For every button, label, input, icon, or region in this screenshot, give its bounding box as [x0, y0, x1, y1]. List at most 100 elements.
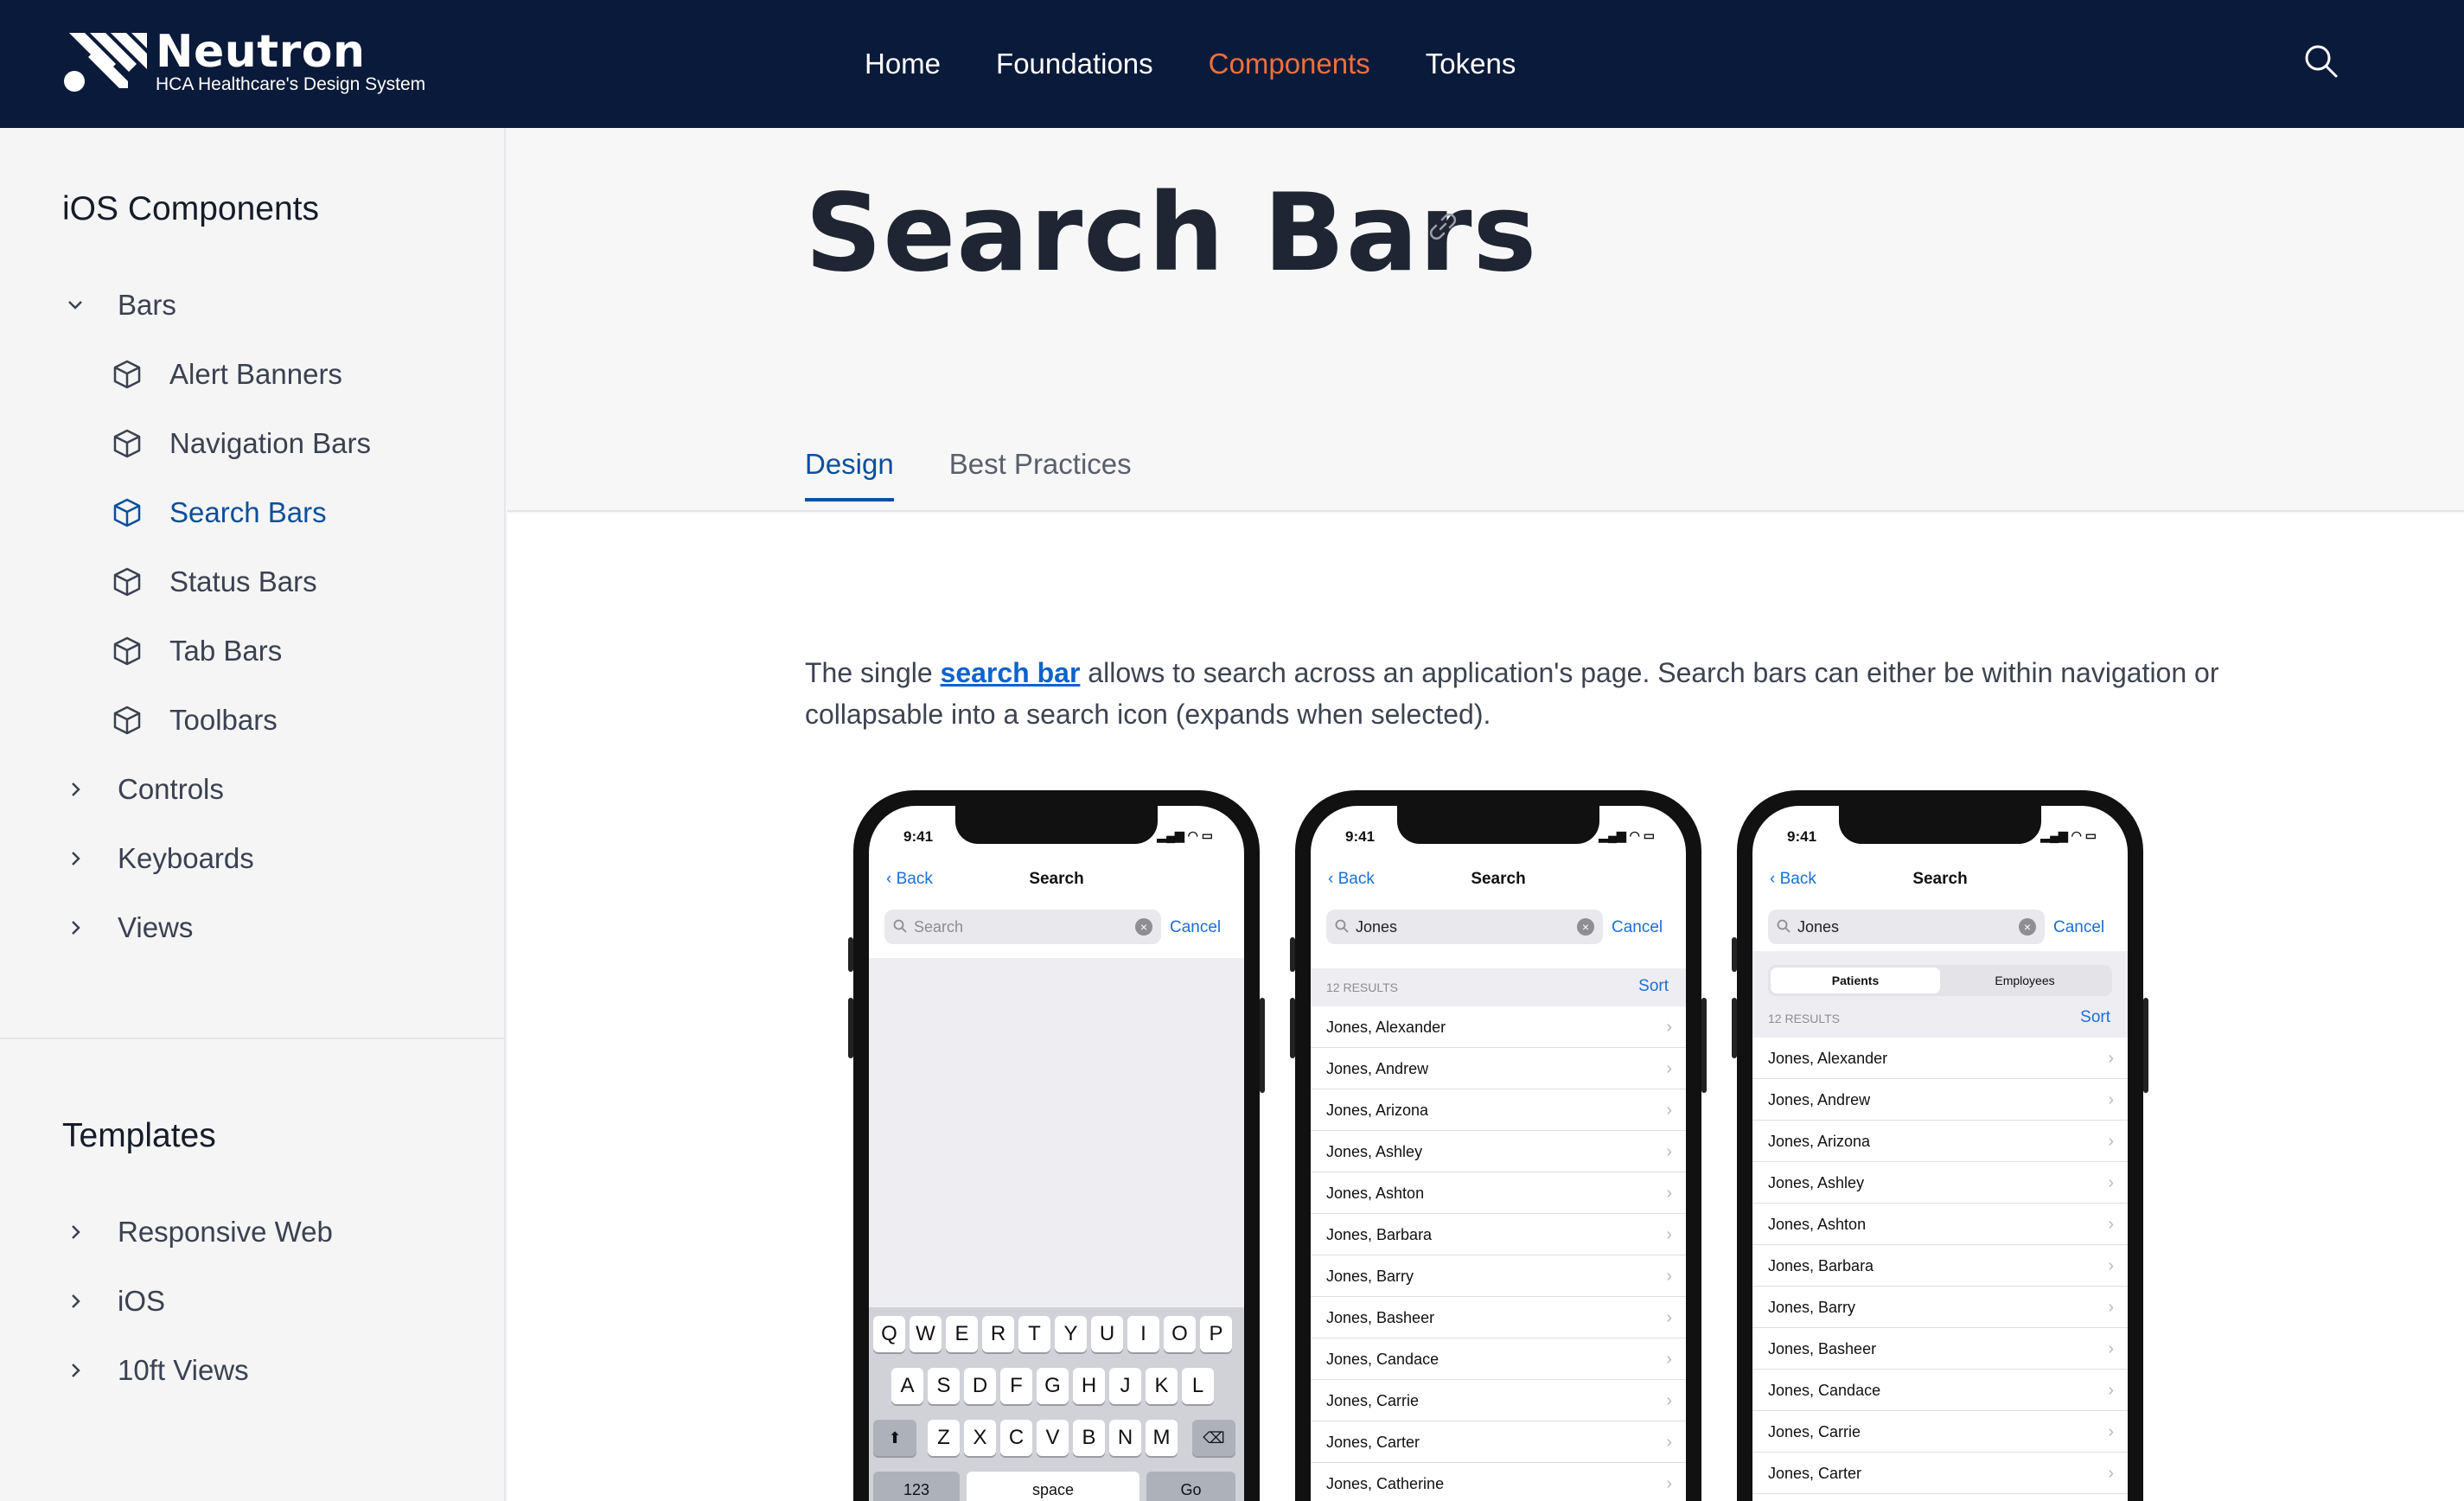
- list-item[interactable]: Jones, Basheer ›: [1311, 1297, 1686, 1338]
- sidebar-item-search-bars[interactable]: Search Bars: [111, 496, 327, 529]
- numbers-key[interactable]: 123: [873, 1472, 960, 1501]
- chevron-right-icon: ›: [1666, 1433, 1672, 1452]
- list-item-label: Jones, Carrie: [1768, 1423, 1861, 1440]
- key[interactable]: Y: [1055, 1316, 1087, 1352]
- list-item[interactable]: Jones, Carter ›: [1752, 1453, 2128, 1494]
- key[interactable]: A: [891, 1368, 923, 1404]
- sidebar-item-toolbars[interactable]: Toolbars: [111, 704, 278, 737]
- sidebar-group-controls[interactable]: Controls: [62, 773, 224, 806]
- sidebar-group-ios[interactable]: iOS: [62, 1285, 165, 1318]
- list-item[interactable]: Jones, Carrie ›: [1311, 1380, 1686, 1421]
- key[interactable]: L: [1182, 1368, 1214, 1404]
- list-item[interactable]: Jones, Barry ›: [1752, 1287, 2128, 1328]
- list-item[interactable]: Jones, Alexander ›: [1752, 1038, 2128, 1079]
- sidebar-group-10ft-views[interactable]: 10ft Views: [62, 1354, 249, 1387]
- shift-key-icon[interactable]: ⬆: [873, 1420, 916, 1456]
- key[interactable]: D: [964, 1368, 996, 1404]
- list-item[interactable]: Jones, Basheer ›: [1752, 1328, 2128, 1370]
- key[interactable]: U: [1091, 1316, 1123, 1352]
- key[interactable]: C: [1000, 1420, 1032, 1456]
- sort-button[interactable]: Sort: [2080, 1008, 2110, 1027]
- tab-design[interactable]: Design: [805, 448, 894, 501]
- sidebar-group-bars[interactable]: Bars: [62, 289, 176, 322]
- sidebar-item-alert-banners[interactable]: Alert Banners: [111, 358, 342, 391]
- key[interactable]: N: [1109, 1420, 1141, 1456]
- results-header: 12 RESULTS Sort: [1311, 968, 1686, 1006]
- cancel-button[interactable]: Cancel: [2053, 918, 2104, 937]
- key[interactable]: H: [1073, 1368, 1105, 1404]
- key[interactable]: K: [1146, 1368, 1178, 1404]
- list-item[interactable]: Jones, Barbara ›: [1311, 1214, 1686, 1255]
- sidebar-item-label: Search Bars: [169, 496, 327, 528]
- list-item[interactable]: Jones, Carrie ›: [1752, 1411, 2128, 1453]
- key[interactable]: W: [910, 1316, 942, 1352]
- key[interactable]: J: [1109, 1368, 1141, 1404]
- key[interactable]: Q: [873, 1316, 905, 1352]
- clear-icon[interactable]: ×: [2019, 918, 2036, 936]
- list-item[interactable]: Jones, Andrew ›: [1752, 1079, 2128, 1121]
- list-item[interactable]: Jones, Candace ›: [1311, 1338, 1686, 1380]
- search-input[interactable]: Jones ×: [1768, 910, 2045, 944]
- list-item[interactable]: Jones, Catherine ›: [1311, 1463, 1686, 1501]
- key[interactable]: I: [1127, 1316, 1159, 1352]
- list-item[interactable]: Jones, Carter ›: [1311, 1421, 1686, 1463]
- list-item[interactable]: Jones, Ashton ›: [1311, 1172, 1686, 1214]
- space-key[interactable]: space: [967, 1472, 1139, 1501]
- phone-button: [848, 937, 853, 972]
- search-bar-link[interactable]: search bar: [941, 657, 1081, 688]
- tab-best-practices[interactable]: Best Practices: [949, 448, 1132, 501]
- cancel-button[interactable]: Cancel: [1612, 918, 1663, 937]
- nav-title: Search: [1471, 870, 1526, 888]
- list-item[interactable]: Jones, Barry ›: [1311, 1255, 1686, 1297]
- search-icon[interactable]: [2300, 40, 2343, 83]
- list-item[interactable]: Jones, Ashley ›: [1752, 1162, 2128, 1204]
- list-item[interactable]: Jones, Barbara ›: [1752, 1245, 2128, 1287]
- key[interactable]: R: [982, 1316, 1014, 1352]
- nav-home[interactable]: Home: [865, 48, 941, 80]
- chevron-right-icon: ›: [2108, 1298, 2114, 1317]
- chevron-right-icon: ›: [2108, 1381, 2114, 1400]
- key[interactable]: O: [1164, 1316, 1196, 1352]
- list-item-label: Jones, Arizona: [1768, 1133, 1871, 1150]
- nav-components[interactable]: Components: [1209, 48, 1370, 80]
- sidebar-group-responsive-web[interactable]: Responsive Web: [62, 1216, 333, 1249]
- key[interactable]: V: [1037, 1420, 1069, 1456]
- sidebar-group-views[interactable]: Views: [62, 911, 193, 944]
- search-input[interactable]: Search ×: [884, 910, 1161, 944]
- key[interactable]: T: [1018, 1316, 1050, 1352]
- key[interactable]: S: [928, 1368, 960, 1404]
- cube-icon: [113, 636, 141, 666]
- nav-tokens[interactable]: Tokens: [1426, 48, 1516, 80]
- link-icon[interactable]: [1426, 209, 1460, 244]
- cancel-button[interactable]: Cancel: [1170, 918, 1221, 937]
- phone-button: [1732, 937, 1737, 972]
- nav-foundations[interactable]: Foundations: [996, 48, 1153, 80]
- key[interactable]: E: [946, 1316, 978, 1352]
- list-item[interactable]: Jones, Ashton ›: [1752, 1204, 2128, 1245]
- sidebar-item-tab-bars[interactable]: Tab Bars: [111, 635, 282, 667]
- sidebar-item-status-bars[interactable]: Status Bars: [111, 565, 317, 598]
- list-item[interactable]: Jones, Ashley ›: [1311, 1131, 1686, 1172]
- sidebar-item-navigation-bars[interactable]: Navigation Bars: [111, 427, 371, 460]
- go-key[interactable]: Go: [1146, 1472, 1235, 1501]
- key[interactable]: F: [1000, 1368, 1032, 1404]
- clear-icon[interactable]: ×: [1577, 918, 1594, 936]
- list-item[interactable]: Jones, Arizona ›: [1752, 1121, 2128, 1162]
- delete-key-icon[interactable]: ⌫: [1192, 1420, 1235, 1456]
- sort-button[interactable]: Sort: [1638, 977, 1669, 996]
- list-item[interactable]: Jones, Alexander ›: [1311, 1006, 1686, 1048]
- key[interactable]: G: [1037, 1368, 1069, 1404]
- list-item[interactable]: Jones, Candace ›: [1752, 1370, 2128, 1411]
- segment-employees[interactable]: Employees: [1940, 968, 2110, 993]
- clear-icon[interactable]: ×: [1135, 918, 1152, 936]
- key[interactable]: X: [964, 1420, 996, 1456]
- search-input[interactable]: Jones ×: [1326, 910, 1603, 944]
- segment-patients[interactable]: Patients: [1771, 968, 1940, 993]
- key[interactable]: Z: [928, 1420, 960, 1456]
- list-item[interactable]: Jones, Arizona ›: [1311, 1089, 1686, 1131]
- key[interactable]: M: [1146, 1420, 1178, 1456]
- key[interactable]: B: [1073, 1420, 1105, 1456]
- list-item[interactable]: Jones, Andrew ›: [1311, 1048, 1686, 1089]
- key[interactable]: P: [1200, 1316, 1232, 1352]
- sidebar-group-keyboards[interactable]: Keyboards: [62, 842, 254, 875]
